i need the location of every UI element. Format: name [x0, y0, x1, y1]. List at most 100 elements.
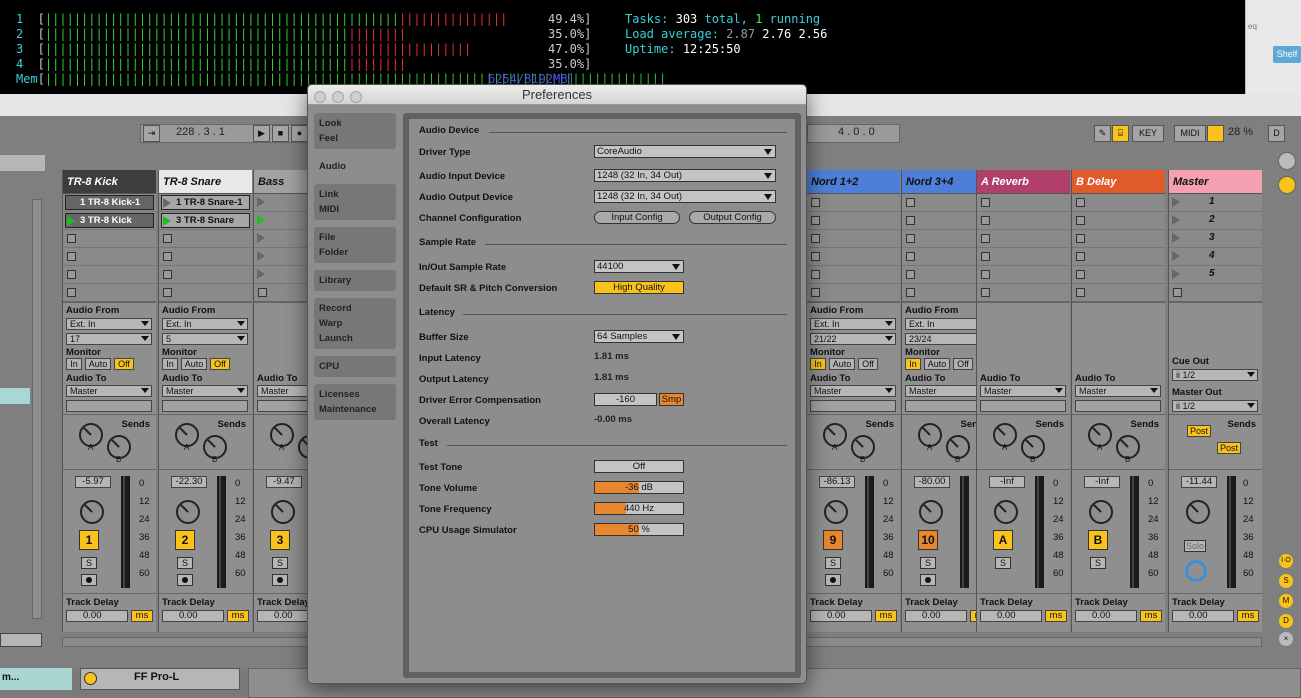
scene-launch-icon[interactable]	[1172, 251, 1180, 261]
volume-field[interactable]: -22.30	[171, 476, 207, 488]
solo-button[interactable]: S	[177, 557, 193, 569]
pref-tab-audio[interactable]: Audio	[314, 156, 404, 177]
clip-slot[interactable]	[807, 212, 900, 230]
track-activator-button[interactable]: 10	[918, 530, 938, 550]
audio-from-select[interactable]: Ext. In	[66, 318, 152, 330]
pref-tab-cpu[interactable]: CPU	[314, 356, 396, 377]
mixer-toggle-icon[interactable]: M	[1279, 594, 1293, 608]
input-device-dropdown[interactable]: 1248 (32 In, 34 Out)	[594, 169, 776, 182]
clip-slot-icon[interactable]	[257, 269, 265, 279]
clip-stop-button[interactable]	[811, 234, 820, 243]
clip-stop-button[interactable]	[1076, 216, 1085, 225]
scene-launch-icon[interactable]	[1172, 269, 1180, 279]
clip-slot[interactable]: 3	[1169, 230, 1262, 248]
solo-button[interactable]: S	[81, 557, 97, 569]
clip-stop-button[interactable]	[1076, 270, 1085, 279]
audio-to-channel[interactable]	[810, 400, 896, 412]
track-delay-field[interactable]: 0.00	[1075, 610, 1137, 622]
clip-stop-button[interactable]	[906, 270, 915, 279]
clip-stop-button[interactable]	[67, 234, 76, 243]
audio-to-select[interactable]: Master	[1075, 385, 1161, 397]
clip-slot[interactable]	[807, 266, 900, 284]
arm-button[interactable]	[177, 574, 193, 586]
clip-slot[interactable]	[977, 230, 1070, 248]
clip-stop-button[interactable]	[811, 252, 820, 261]
track-header[interactable]: TR-8 Snare	[159, 170, 252, 194]
samples-unit-toggle[interactable]: Smp	[659, 393, 684, 406]
monitor-off-button[interactable]: Off	[210, 358, 230, 370]
pref-tab-library[interactable]: Library	[314, 270, 396, 291]
input-channel-select[interactable]: 5	[162, 333, 248, 345]
stop-all-icon[interactable]	[163, 288, 172, 297]
clip-slot-icon[interactable]	[257, 197, 265, 207]
clip-slot[interactable]	[159, 266, 252, 284]
clip-slot[interactable]	[807, 230, 900, 248]
clip-slot-icon[interactable]	[257, 251, 265, 261]
pan-knob[interactable]	[1186, 500, 1210, 524]
clip-stop-button[interactable]	[981, 270, 990, 279]
arrangement-view-icon[interactable]	[1278, 176, 1296, 194]
scene-launch-icon[interactable]	[1172, 215, 1180, 225]
io-toggle-icon[interactable]: I·O	[1279, 554, 1293, 568]
monitor-in-button[interactable]: In	[905, 358, 921, 370]
output-device-dropdown[interactable]: 1248 (32 In, 34 Out)	[594, 190, 776, 203]
clip-slot[interactable]: 1	[1169, 194, 1262, 212]
input-config-button[interactable]: Input Config	[594, 211, 680, 224]
follow-icon[interactable]: ⇥	[143, 125, 160, 142]
track-delay-field[interactable]: 0.00	[1172, 610, 1234, 622]
audio-to-select[interactable]: Master	[162, 385, 248, 397]
crossfader-icon[interactable]: ×	[1279, 632, 1293, 646]
track-activator-button[interactable]: A	[993, 530, 1013, 550]
solo-button[interactable]: S	[825, 557, 841, 569]
test-tone-toggle[interactable]: Off	[594, 460, 684, 473]
clip-stop-button[interactable]	[811, 270, 820, 279]
close-window-icon[interactable]	[314, 91, 326, 103]
delay-toggle-icon[interactable]: D	[1279, 614, 1293, 628]
pan-knob[interactable]	[1089, 500, 1113, 524]
clip-slot[interactable]	[63, 248, 156, 266]
track-delay-ms-toggle[interactable]: ms	[1140, 610, 1162, 622]
monitor-auto-button[interactable]: Auto	[85, 358, 111, 370]
clip-stop-button[interactable]	[163, 252, 172, 261]
keyboard-icon[interactable]: ⌸	[1112, 125, 1129, 142]
track-delay-field[interactable]: 0.00	[810, 610, 872, 622]
clip-slot[interactable]: 2	[1169, 212, 1262, 230]
d-button[interactable]: D	[1268, 125, 1285, 142]
cue-volume-knob[interactable]	[1185, 560, 1207, 582]
clip-slot[interactable]	[807, 194, 900, 212]
clip-slot[interactable]	[1072, 230, 1165, 248]
midi-map-button[interactable]: MIDI	[1174, 125, 1206, 142]
clip-launch-icon[interactable]	[67, 198, 75, 208]
play-icon[interactable]: ▶	[253, 125, 270, 142]
clip-stop-button[interactable]	[1076, 252, 1085, 261]
clip-slot[interactable]: 5	[1169, 266, 1262, 284]
clip-stop-button[interactable]	[811, 198, 820, 207]
monitor-auto-button[interactable]: Auto	[924, 358, 950, 370]
monitor-auto-button[interactable]: Auto	[829, 358, 855, 370]
audio-to-select[interactable]: Master	[810, 385, 896, 397]
minimize-window-icon[interactable]	[332, 91, 344, 103]
stop-all-icon[interactable]	[906, 288, 915, 297]
record-icon[interactable]: ●	[291, 125, 308, 142]
clip-slot[interactable]	[159, 230, 252, 248]
track-delay-ms-toggle[interactable]: ms	[1045, 610, 1067, 622]
monitor-in-button[interactable]: In	[810, 358, 826, 370]
stop-all-icon[interactable]	[811, 288, 820, 297]
clip-stop-button[interactable]	[163, 270, 172, 279]
monitor-off-button[interactable]: Off	[858, 358, 878, 370]
clip-slot[interactable]: 3 TR-8 Snare	[159, 212, 252, 230]
clip-stop-button[interactable]	[981, 234, 990, 243]
pan-knob[interactable]	[994, 500, 1018, 524]
arm-button[interactable]	[272, 574, 288, 586]
track-header[interactable]: TR-8 Kick	[63, 170, 156, 194]
clip-slot[interactable]	[159, 248, 252, 266]
clip-launch-icon[interactable]	[163, 198, 171, 208]
clip-launch-icon[interactable]	[163, 216, 171, 226]
clip-slot[interactable]	[977, 266, 1070, 284]
track-activator-button[interactable]: 1	[79, 530, 99, 550]
clip[interactable]: 3 TR-8 Kick	[65, 213, 154, 228]
track-header[interactable]: A Reverb	[977, 170, 1070, 194]
shelf-button[interactable]: Shelf	[1273, 46, 1301, 63]
pref-tab-licenses[interactable]: Licenses Maintenance	[314, 384, 396, 420]
tone-volume-slider[interactable]: -36 dB	[594, 481, 684, 494]
